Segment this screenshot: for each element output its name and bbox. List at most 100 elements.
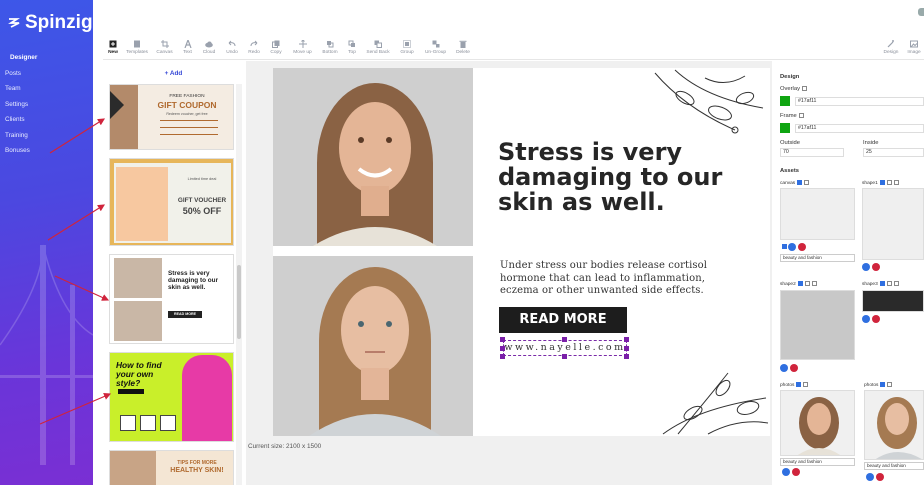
asset-delete-icon[interactable] <box>792 468 800 476</box>
asset-checkbox[interactable] <box>796 382 802 387</box>
asset-checkbox[interactable] <box>879 180 885 185</box>
asset-checkbox[interactable] <box>893 281 899 286</box>
sidebar-item-clients[interactable]: Clients <box>0 112 93 128</box>
asset-checkbox[interactable] <box>811 281 817 286</box>
sidebar-item-training[interactable]: Training <box>0 128 93 144</box>
asset-checkbox[interactable] <box>797 281 803 286</box>
brand-logo[interactable]: Spinzign <box>7 12 93 34</box>
resize-handle-bl[interactable] <box>500 354 505 359</box>
tool-delete[interactable]: Delete <box>451 34 475 60</box>
tool-design[interactable]: Design <box>879 34 903 60</box>
tool-top[interactable]: Top <box>342 34 362 60</box>
asset-delete-icon[interactable] <box>872 263 880 271</box>
frame-checkbox[interactable] <box>798 113 804 118</box>
add-template-button[interactable]: + Add <box>103 70 244 82</box>
sidebar-item-settings[interactable]: Settings <box>0 97 93 113</box>
tool-templates[interactable]: Templates <box>123 34 151 60</box>
asset-checkbox[interactable] <box>886 180 892 185</box>
template-thumb-healthy-skin[interactable]: TIPS FOR MORE HEALTHY SKIN! <box>109 450 234 485</box>
asset-shape2-preview[interactable] <box>780 290 855 360</box>
thumb-text: Limited time deal <box>187 177 217 181</box>
template-thumb-style[interactable]: How to find your own style? <box>109 352 234 442</box>
template-thumb-gift-voucher[interactable]: Limited time deal GIFT VOUCHER 50% OFF <box>109 158 234 246</box>
overlay-color-swatch[interactable] <box>780 96 790 106</box>
asset-delete-icon[interactable] <box>872 315 880 323</box>
tool-group[interactable]: Group <box>394 34 420 60</box>
asset-photos2-row: photos <box>864 382 893 388</box>
inside-input[interactable]: 25 <box>863 148 924 157</box>
asset-category-select[interactable]: beauty and fashion <box>864 462 924 470</box>
asset-checkbox[interactable] <box>804 180 810 185</box>
asset-delete-icon[interactable] <box>790 364 798 372</box>
frame-row: Frame <box>780 113 804 119</box>
templates-scrollbar-thumb[interactable] <box>237 265 241 339</box>
asset-checkbox[interactable] <box>797 180 803 185</box>
template-thumb-stress[interactable]: Stress is very damaging to our skin as w… <box>109 254 234 344</box>
tool-redo[interactable]: Redo <box>243 34 265 60</box>
tool-image[interactable]: Image <box>903 34 924 60</box>
asset-category-select[interactable]: beauty and fashion <box>780 458 855 466</box>
asset-edit-icon[interactable] <box>866 473 874 481</box>
outside-input[interactable]: 70 <box>780 148 844 157</box>
asset-category-select[interactable]: beauty and fashion <box>780 254 855 262</box>
sidebar-item-bonuses[interactable]: Bonuses <box>0 143 93 159</box>
tool-copy[interactable]: Copy <box>265 34 287 60</box>
resize-handle-tr[interactable] <box>624 337 629 342</box>
resize-handle-tl[interactable] <box>500 337 505 342</box>
canvas-photo-smiling[interactable] <box>273 68 473 246</box>
plus-square-icon <box>109 40 117 47</box>
asset-delete-icon[interactable] <box>798 243 806 251</box>
app-window: Spinzign Designer Posts Team Settings Cl… <box>0 0 924 485</box>
asset-edit-icon[interactable] <box>788 243 796 251</box>
resize-handle-ml[interactable] <box>500 346 505 351</box>
tool-cloud[interactable]: Cloud <box>197 34 221 60</box>
asset-checkbox[interactable] <box>803 382 809 387</box>
asset-photo2-preview[interactable] <box>864 390 924 460</box>
asset-edit-icon[interactable] <box>862 315 870 323</box>
asset-checkbox[interactable] <box>880 382 886 387</box>
overlay-color-input[interactable]: #17af11 <box>795 97 924 106</box>
tool-text[interactable]: Text <box>178 34 197 60</box>
frame-color-swatch[interactable] <box>780 123 790 133</box>
asset-photo-preview[interactable] <box>780 390 855 456</box>
tool-ungroup[interactable]: Un-Group <box>420 34 451 60</box>
notification-icon[interactable] <box>918 8 924 16</box>
tool-move-up[interactable]: Move up <box>287 34 318 60</box>
sidebar-item-team[interactable]: Team <box>0 81 93 97</box>
tool-undo[interactable]: Undo <box>221 34 243 60</box>
tool-bottom[interactable]: Bottom <box>318 34 342 60</box>
frame-color-input[interactable]: #17af11 <box>795 124 924 133</box>
asset-checkbox[interactable] <box>893 180 899 185</box>
asset-edit-icon[interactable] <box>782 468 790 476</box>
portrait-thumbnail <box>876 397 922 459</box>
sidebar-item-designer[interactable]: Designer <box>0 50 93 66</box>
resize-handle-br[interactable] <box>624 354 629 359</box>
canvas-headline[interactable]: Stress is very damaging to our skin as w… <box>498 140 748 215</box>
canvas-photo-serious[interactable] <box>273 256 473 436</box>
assets-label: Assets <box>780 168 800 174</box>
overlay-checkbox[interactable] <box>801 86 807 91</box>
tool-canvas[interactable]: Canvas <box>151 34 178 60</box>
asset-checkbox[interactable] <box>887 382 893 387</box>
resize-handle-mr[interactable] <box>624 346 629 351</box>
canvas-body-text[interactable]: Under stress our bodies release cortisol… <box>500 260 720 298</box>
template-thumb-gift-coupon[interactable]: FREE FASHION GIFT COUPON Redeem voucher,… <box>109 84 234 150</box>
asset-checkbox[interactable] <box>804 281 810 286</box>
canvas-read-more[interactable]: READ MORE <box>499 307 627 333</box>
resize-handle-bm[interactable] <box>562 354 567 359</box>
asset-canvas-preview[interactable] <box>780 188 855 240</box>
asset-checkbox[interactable] <box>879 281 885 286</box>
resize-handle-tm[interactable] <box>562 337 567 342</box>
asset-edit-icon[interactable] <box>862 263 870 271</box>
tool-send-back[interactable]: Send Back <box>362 34 394 60</box>
asset-checkbox[interactable] <box>782 244 787 249</box>
asset-checkbox[interactable] <box>886 281 892 286</box>
asset-shape3-preview[interactable] <box>862 290 924 312</box>
asset-edit-icon[interactable] <box>780 364 788 372</box>
design-canvas[interactable]: Stress is very damaging to our skin as w… <box>273 68 770 436</box>
asset-delete-icon[interactable] <box>876 473 884 481</box>
tool-new[interactable]: New <box>103 34 123 60</box>
sidebar-item-posts[interactable]: Posts <box>0 66 93 82</box>
asset-shape1-preview[interactable] <box>862 188 924 260</box>
canvas-size-label: Current size: 2100 x 1500 <box>248 443 322 450</box>
